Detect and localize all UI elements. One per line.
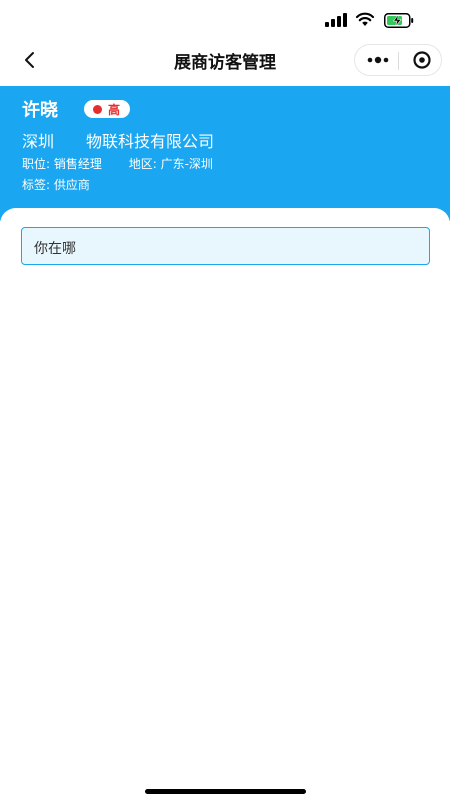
level-badge: 高 <box>84 100 131 118</box>
visitor-name: 许晓 <box>22 100 58 121</box>
target-close-icon <box>413 51 431 69</box>
level-text: 高 <box>108 102 121 117</box>
more-button[interactable] <box>359 45 397 75</box>
level-dot-icon <box>93 104 102 114</box>
status-bar <box>0 0 450 44</box>
cellular-signal-icon <box>325 13 347 27</box>
name-row: 许晓 高 <box>22 96 131 122</box>
home-indicator <box>145 789 306 794</box>
message-card[interactable]: 你在哪 <box>21 227 430 265</box>
visitor-header: 许晓 高 深圳 物联科技有限公司 职位: 销售经理 地区: 广东-深圳 标签: … <box>0 86 450 221</box>
company-name: 深圳 物联科技有限公司 <box>22 132 215 151</box>
content-sheet: 你在哪 <box>0 208 450 800</box>
wifi-icon <box>355 12 375 26</box>
region-label: 地区: <box>128 157 157 171</box>
tag-value: 供应商 <box>53 178 90 192</box>
miniprogram-capsule <box>354 44 442 76</box>
capsule-divider <box>398 52 399 70</box>
close-button[interactable] <box>401 45 439 75</box>
position-info: 职位: 销售经理 <box>22 157 102 171</box>
region-info: 地区: 广东-深圳 <box>129 157 213 171</box>
message-text: 你在哪 <box>34 241 76 257</box>
position-value: 销售经理 <box>53 157 102 171</box>
region-value: 广东-深圳 <box>160 157 213 171</box>
position-label: 职位: <box>22 157 51 171</box>
tag-label: 标签: <box>22 178 51 192</box>
navigation-bar: 展商访客管理 <box>0 44 450 76</box>
tag-row: 标签: 供应商 <box>22 176 90 193</box>
info-row: 职位: 销售经理 地区: 广东-深圳 <box>22 155 213 172</box>
more-dots-icon <box>367 56 389 64</box>
battery-charging-icon <box>384 13 414 28</box>
